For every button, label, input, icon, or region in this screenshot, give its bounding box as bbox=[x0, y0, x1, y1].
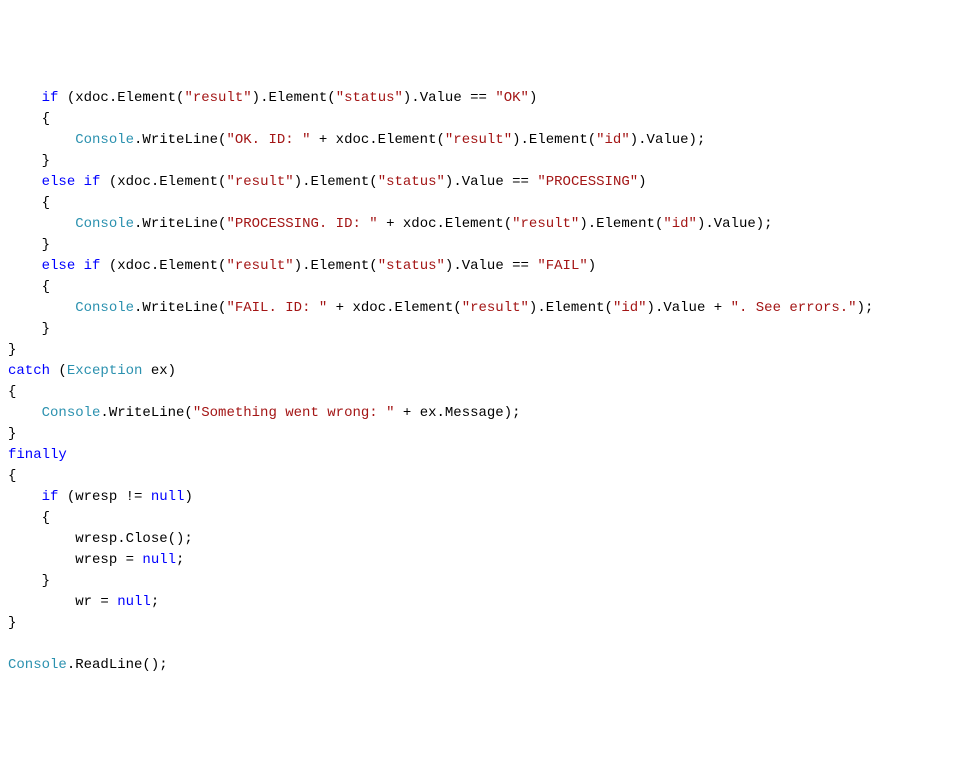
code-line: finally bbox=[8, 447, 67, 463]
code-line: Console.WriteLine("Something went wrong:… bbox=[8, 405, 521, 421]
code-line: wresp.Close(); bbox=[8, 531, 193, 547]
code-line: } bbox=[8, 342, 16, 358]
code-line: Console.WriteLine("PROCESSING. ID: " + x… bbox=[8, 216, 773, 232]
code-line: catch (Exception ex) bbox=[8, 363, 176, 379]
code-line: } bbox=[8, 615, 16, 631]
code-line: } bbox=[8, 237, 50, 253]
code-line: } bbox=[8, 153, 50, 169]
code-line: { bbox=[8, 384, 16, 400]
code-line: { bbox=[8, 510, 50, 526]
code-line: Console.ReadLine(); bbox=[8, 657, 168, 673]
code-line: } bbox=[8, 426, 16, 442]
code-line: { bbox=[8, 279, 50, 295]
code-line: { bbox=[8, 195, 50, 211]
code-line: { bbox=[8, 111, 50, 127]
code-line: wr = null; bbox=[8, 594, 159, 610]
code-line: else if (xdoc.Element("result").Element(… bbox=[8, 258, 596, 274]
code-line: { bbox=[8, 468, 16, 484]
code-line: } bbox=[8, 573, 50, 589]
code-line: if (xdoc.Element("result").Element("stat… bbox=[8, 90, 537, 106]
code-block: if (xdoc.Element("result").Element("stat… bbox=[8, 88, 952, 676]
code-line: else if (xdoc.Element("result").Element(… bbox=[8, 174, 647, 190]
code-line: Console.WriteLine("OK. ID: " + xdoc.Elem… bbox=[8, 132, 705, 148]
code-line: Console.WriteLine("FAIL. ID: " + xdoc.El… bbox=[8, 300, 873, 316]
code-line: } bbox=[8, 321, 50, 337]
code-line: wresp = null; bbox=[8, 552, 184, 568]
code-line: if (wresp != null) bbox=[8, 489, 193, 505]
